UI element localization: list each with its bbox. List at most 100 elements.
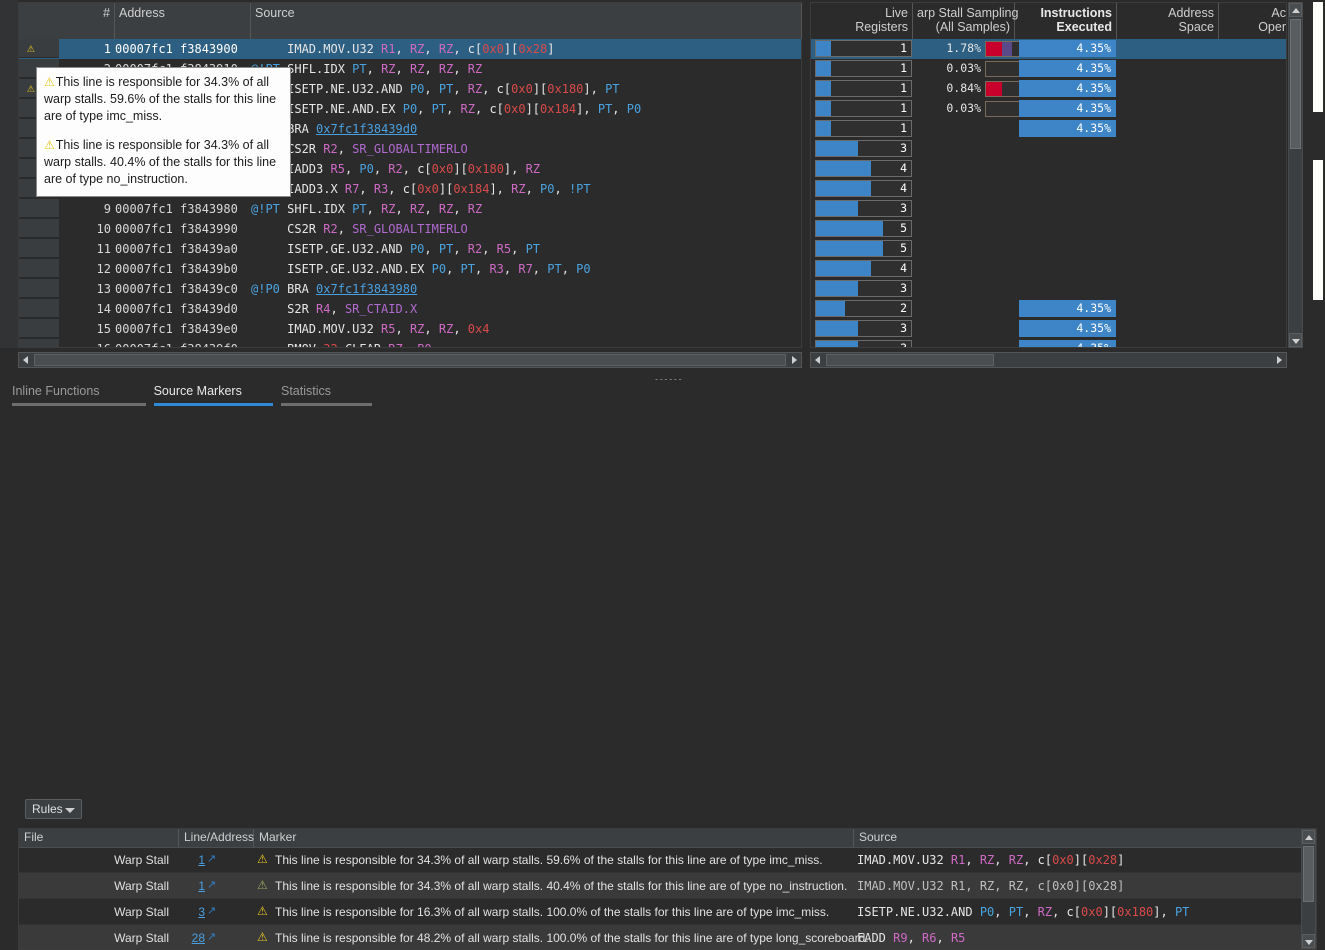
- tab-source-markers[interactable]: Source Markers: [154, 382, 273, 404]
- marker-source: FADD R9, R6, R5: [857, 925, 965, 950]
- marker-row[interactable]: Warp Stall28↗⚠This line is responsible f…: [19, 925, 1316, 950]
- code-token: 0x0: [1052, 853, 1074, 867]
- metrics-hscroll-thumb[interactable]: [826, 354, 994, 366]
- external-link-icon[interactable]: ↗: [207, 854, 216, 865]
- metrics-row[interactable]: 24.35%: [811, 299, 1286, 319]
- metrics-row[interactable]: 34.35%: [811, 319, 1286, 339]
- code-token: ISETP.GE.U32.AND: [287, 242, 410, 256]
- row-gutter-cell[interactable]: [19, 299, 59, 318]
- table-row[interactable]: 1200007fc1 f38439b0 ISETP.GE.U32.AND.EX …: [19, 259, 801, 279]
- row-gutter-cell[interactable]: [19, 39, 59, 58]
- row-gutter-cell[interactable]: [19, 319, 59, 338]
- hscroll-thumb[interactable]: [34, 354, 786, 366]
- row-gutter-cell[interactable]: [19, 279, 59, 298]
- live-registers-value: 4: [900, 161, 907, 176]
- marker-row[interactable]: Warp Stall1↗⚠This line is responsible fo…: [19, 873, 1316, 899]
- metrics-column-header-2[interactable]: InstructionsExecuted: [1015, 3, 1117, 39]
- metrics-row[interactable]: 10.03%4.35%: [811, 59, 1286, 79]
- metrics-hscrollbar[interactable]: [810, 352, 1287, 368]
- column-header--[interactable]: #: [19, 3, 115, 39]
- rules-dropdown[interactable]: Rules: [25, 799, 82, 819]
- metrics-row[interactable]: 3: [811, 139, 1286, 159]
- source-hscrollbar[interactable]: [18, 352, 802, 368]
- markers-column-header-source[interactable]: Source: [854, 829, 1317, 847]
- tab-statistics[interactable]: Statistics: [281, 382, 372, 404]
- metrics-column-header-1[interactable]: arp Stall Sampling(All Samples): [913, 3, 1015, 39]
- metrics-row[interactable]: 4: [811, 159, 1286, 179]
- table-row[interactable]: 900007fc1 f3843980@!PT SHFL.IDX PT, RZ, …: [19, 199, 801, 219]
- row-gutter-cell[interactable]: [19, 239, 59, 258]
- table-row[interactable]: 1400007fc1 f38439d0 S2R R4, SR_CTAID.X: [19, 299, 801, 319]
- vscroll-down-arrow[interactable]: [1289, 333, 1302, 347]
- code-token: ,: [482, 82, 496, 96]
- marker-line-link[interactable]: 28: [179, 925, 205, 950]
- markers-column-header-marker[interactable]: Marker: [254, 829, 854, 847]
- row-gutter-cell[interactable]: [19, 339, 59, 347]
- table-row[interactable]: 1500007fc1 f38439e0 IMAD.MOV.U32 R5, RZ,…: [19, 319, 801, 339]
- metrics-row[interactable]: 11.78%4.35%: [811, 39, 1286, 59]
- marker-row[interactable]: Warp Stall1↗⚠This line is responsible fo…: [19, 847, 1316, 873]
- live-registers-cell: 1: [815, 60, 912, 77]
- markers-vscroll-up-arrow[interactable]: [1302, 830, 1315, 844]
- markers-vscroll-down-arrow[interactable]: [1302, 934, 1315, 948]
- row-gutter-cell[interactable]: [19, 259, 59, 278]
- live-registers-value: 1: [900, 41, 907, 56]
- metrics-row[interactable]: 4: [811, 259, 1286, 279]
- markers-column-header-file[interactable]: File: [19, 829, 179, 847]
- warning-icon[interactable]: ⚠: [27, 41, 35, 56]
- outer-vscrollbar[interactable]: [1311, 0, 1325, 370]
- code-token: c[: [417, 162, 431, 176]
- code-token: R3: [374, 182, 388, 196]
- markers-vscroll-thumb[interactable]: [1303, 846, 1314, 902]
- row-address: 00007fc1 f38439c0: [115, 279, 238, 299]
- marker-line-link[interactable]: 1: [179, 847, 205, 873]
- outer-vscroll-thumb-lower[interactable]: [1313, 160, 1323, 300]
- outer-vscroll-thumb-upper[interactable]: [1313, 2, 1323, 112]
- code-token: B0: [417, 342, 431, 347]
- metrics-column-header-3[interactable]: AddressSpace: [1117, 3, 1219, 39]
- metrics-hscroll-right-arrow[interactable]: [1272, 353, 1286, 367]
- marker-row[interactable]: Warp Stall3↗⚠This line is responsible fo…: [19, 899, 1316, 925]
- tab-inline-functions[interactable]: Inline Functions: [12, 382, 146, 404]
- hscroll-left-arrow[interactable]: [19, 353, 33, 367]
- column-header-source[interactable]: Source: [251, 3, 802, 39]
- table-row[interactable]: 1000007fc1 f3843990 CS2R R2, SR_GLOBALTI…: [19, 219, 801, 239]
- markers-column-header-line-address[interactable]: Line/Address: [179, 829, 254, 847]
- marker-line-link[interactable]: 3: [179, 899, 205, 925]
- warning-icon[interactable]: ⚠: [27, 81, 35, 96]
- metrics-column-header-4[interactable]: AcOper: [1219, 3, 1291, 39]
- code-token: RZ: [410, 62, 424, 76]
- external-link-icon[interactable]: ↗: [207, 906, 216, 917]
- code-token[interactable]: 0x7fc1f3843980: [316, 282, 417, 296]
- marker-line-link[interactable]: 1: [179, 873, 205, 899]
- vscroll-thumb[interactable]: [1290, 19, 1301, 149]
- metrics-column-header-0[interactable]: LiveRegisters: [811, 3, 913, 39]
- metrics-row[interactable]: 5: [811, 219, 1286, 239]
- table-row[interactable]: 1300007fc1 f38439c0@!P0 BRA 0x7fc1f38439…: [19, 279, 801, 299]
- external-link-icon[interactable]: ↗: [207, 932, 216, 943]
- metrics-row[interactable]: 4: [811, 179, 1286, 199]
- row-source: ISETP.GE.U32.AND P0, PT, R2, R5, PT: [251, 239, 540, 259]
- metrics-row[interactable]: 14.35%: [811, 119, 1286, 139]
- metrics-row[interactable]: 10.03%4.35%: [811, 99, 1286, 119]
- table-row[interactable]: ⚠100007fc1 f3843900 IMAD.MOV.U32 R1, RZ,…: [19, 39, 801, 59]
- markers-vscrollbar[interactable]: [1301, 829, 1316, 949]
- code-token: ][: [1103, 905, 1117, 919]
- metrics-row[interactable]: 5: [811, 239, 1286, 259]
- metrics-vscrollbar[interactable]: [1288, 2, 1303, 348]
- metrics-hscroll-left-arrow[interactable]: [811, 353, 825, 367]
- table-row[interactable]: 1600007fc1 f38439f0 BMOV.32.CLEAR RZ, B0: [19, 339, 801, 347]
- metrics-row[interactable]: 10.84%4.35%: [811, 79, 1286, 99]
- table-row[interactable]: 1100007fc1 f38439a0 ISETP.GE.U32.AND P0,…: [19, 239, 801, 259]
- hscroll-right-arrow[interactable]: [787, 353, 801, 367]
- metrics-row[interactable]: 3: [811, 199, 1286, 219]
- row-gutter-cell[interactable]: [19, 219, 59, 238]
- external-link-icon[interactable]: ↗: [207, 880, 216, 891]
- code-token: ,: [612, 102, 626, 116]
- metrics-row[interactable]: 34.35%: [811, 339, 1286, 347]
- row-gutter-cell[interactable]: [19, 199, 59, 218]
- metrics-row[interactable]: 3: [811, 279, 1286, 299]
- code-token[interactable]: 0x7fc1f38439d0: [316, 122, 417, 136]
- vscroll-up-arrow[interactable]: [1289, 3, 1302, 17]
- column-header-address[interactable]: Address: [115, 3, 251, 39]
